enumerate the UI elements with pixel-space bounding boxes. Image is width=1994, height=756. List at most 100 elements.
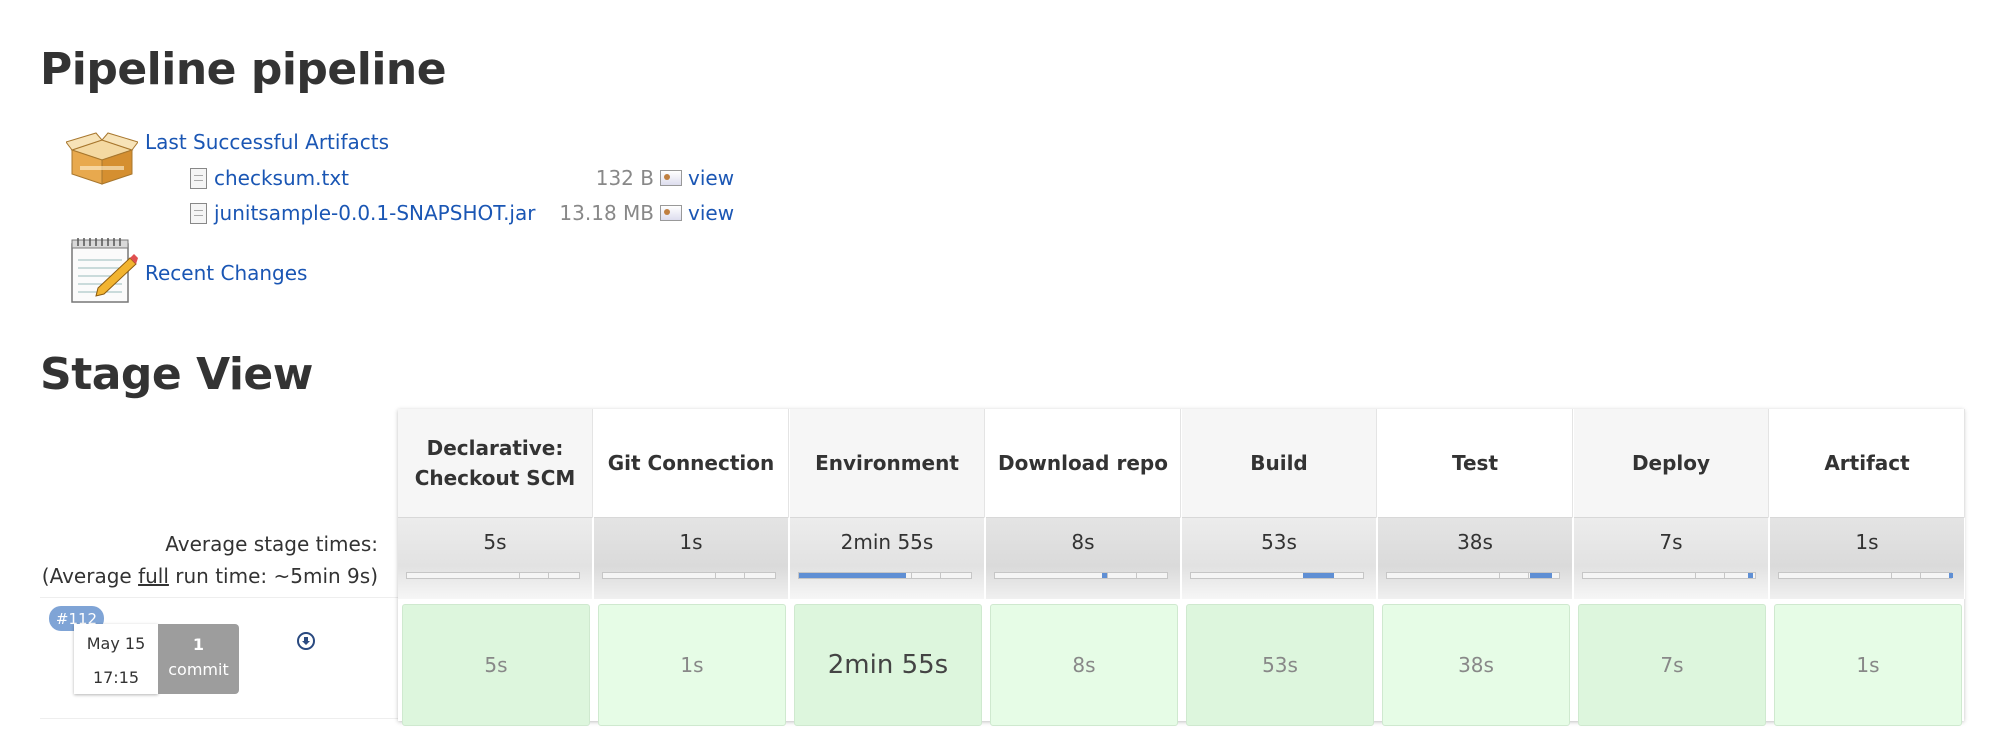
stage-header: Artifact bbox=[1770, 409, 1965, 517]
stage-column: Git Connection 1s 1s bbox=[594, 409, 790, 726]
stage-progress-bar bbox=[798, 572, 972, 579]
stage-progress-bar bbox=[1386, 572, 1560, 579]
stage-average-cell: 8s bbox=[986, 517, 1181, 599]
stage-average-time: 1s bbox=[1855, 530, 1879, 554]
stage-average-cell: 5s bbox=[398, 517, 593, 599]
artifact-row: checksum.txt bbox=[190, 163, 349, 193]
stage-progress-bar bbox=[1582, 572, 1756, 579]
artifact-link[interactable]: junitsample-0.0.1-SNAPSHOT.jar bbox=[214, 201, 535, 225]
stage-average-cell: 7s bbox=[1574, 517, 1769, 599]
stage-average-time: 8s bbox=[1071, 530, 1095, 554]
progress-tick bbox=[1724, 573, 1726, 578]
progress-tick bbox=[1136, 573, 1138, 578]
progress-fill bbox=[1302, 573, 1334, 578]
progress-tick bbox=[548, 573, 550, 578]
stage-run-cell[interactable]: 5s bbox=[402, 604, 590, 726]
progress-fill bbox=[1748, 573, 1754, 578]
average-full-prefix: (Average bbox=[41, 564, 139, 588]
average-full-suffix: run time: ~5min 9s) bbox=[168, 564, 378, 588]
artifact-view[interactable]: view bbox=[660, 163, 734, 193]
commit-count-box[interactable]: 1 commit bbox=[158, 624, 239, 694]
stage-header: Declarative: Checkout SCM bbox=[398, 409, 593, 517]
stage-average-cell: 1s bbox=[1770, 517, 1965, 599]
stage-run-cell[interactable]: 7s bbox=[1578, 604, 1766, 726]
progress-fill bbox=[1949, 573, 1953, 578]
stage-header: Test bbox=[1378, 409, 1573, 517]
file-icon bbox=[190, 202, 207, 224]
stage-column: Download repo 8s 8s bbox=[986, 409, 1182, 726]
progress-tick bbox=[1694, 573, 1696, 578]
stage-run-cell[interactable]: 1s bbox=[598, 604, 786, 726]
average-full-run-time-label: (Average full run time: ~5min 9s) bbox=[40, 564, 378, 588]
build-date: May 15 17:15 bbox=[74, 624, 158, 694]
stage-header: Deploy bbox=[1574, 409, 1769, 517]
package-icon bbox=[65, 130, 139, 186]
stage-column: Declarative: Checkout SCM 5s 5s bbox=[398, 409, 594, 726]
file-icon bbox=[190, 167, 207, 189]
stage-average-time: 5s bbox=[483, 530, 507, 554]
stage-column: Deploy 7s 7s bbox=[1574, 409, 1770, 726]
progress-tick bbox=[518, 573, 520, 578]
average-full-word: full bbox=[138, 564, 169, 588]
stage-header: Environment bbox=[790, 409, 985, 517]
stage-run-cell[interactable]: 1s bbox=[1774, 604, 1962, 726]
notepad-icon bbox=[68, 236, 138, 306]
stage-progress-bar bbox=[602, 572, 776, 579]
view-link[interactable]: view bbox=[688, 166, 734, 190]
progress-tick bbox=[940, 573, 942, 578]
stage-column: Build 53s 53s bbox=[1182, 409, 1378, 726]
stage-average-time: 53s bbox=[1261, 530, 1297, 554]
stage-average-time: 7s bbox=[1659, 530, 1683, 554]
fingerprint-icon bbox=[660, 170, 682, 186]
stage-header: Git Connection bbox=[594, 409, 789, 517]
stage-header: Build bbox=[1182, 409, 1377, 517]
stage-average-cell: 1s bbox=[594, 517, 789, 599]
stage-average-cell: 38s bbox=[1378, 517, 1573, 599]
artifact-size: 132 B bbox=[595, 166, 654, 190]
recent-changes-link[interactable]: Recent Changes bbox=[145, 261, 307, 285]
stage-progress-bar bbox=[406, 572, 580, 579]
stage-header: Download repo bbox=[986, 409, 1181, 517]
stage-run-cell[interactable]: 2min 55s bbox=[794, 604, 982, 726]
stage-column: Environment 2min 55s 2min 55s bbox=[790, 409, 986, 726]
build-date-time: 17:15 bbox=[92, 668, 140, 687]
progress-tick bbox=[1106, 573, 1108, 578]
artifact-link[interactable]: checksum.txt bbox=[214, 166, 349, 190]
fingerprint-icon bbox=[660, 205, 682, 221]
progress-tick bbox=[910, 573, 912, 578]
progress-tick bbox=[744, 573, 746, 578]
progress-fill bbox=[1101, 573, 1107, 578]
page-title: Pipeline pipeline bbox=[40, 44, 447, 95]
average-stage-times-label: Average stage times: bbox=[165, 532, 378, 556]
stage-column: Test 38s 38s bbox=[1378, 409, 1574, 726]
artifact-size: 13.18 MB bbox=[559, 201, 654, 225]
stage-progress-bar bbox=[994, 572, 1168, 579]
artifact-view[interactable]: view bbox=[660, 198, 734, 228]
progress-tick bbox=[714, 573, 716, 578]
download-icon[interactable] bbox=[297, 632, 315, 650]
progress-fill bbox=[1529, 573, 1553, 578]
progress-fill bbox=[799, 573, 906, 578]
stage-view-table: Declarative: Checkout SCM 5s 5s Git Connect… bbox=[398, 409, 1966, 726]
progress-tick bbox=[1498, 573, 1500, 578]
artifact-row: junitsample-0.0.1-SNAPSHOT.jar bbox=[190, 198, 535, 228]
stage-progress-bar bbox=[1190, 572, 1364, 579]
stage-average-cell: 2min 55s bbox=[790, 517, 985, 599]
stage-run-cell[interactable]: 38s bbox=[1382, 604, 1570, 726]
stage-column: Artifact 1s 1s bbox=[1770, 409, 1966, 726]
commit-label: commit bbox=[168, 660, 229, 679]
view-link[interactable]: view bbox=[688, 201, 734, 225]
progress-tick bbox=[1890, 573, 1892, 578]
stage-run-cell[interactable]: 8s bbox=[990, 604, 1178, 726]
stage-average-cell: 53s bbox=[1182, 517, 1377, 599]
stage-average-time: 1s bbox=[679, 530, 703, 554]
stage-average-time: 2min 55s bbox=[840, 530, 934, 554]
build-date-day: May 15 bbox=[86, 634, 146, 653]
progress-tick bbox=[1920, 573, 1922, 578]
last-successful-artifacts-link[interactable]: Last Successful Artifacts bbox=[145, 130, 389, 154]
stage-view-title: Stage View bbox=[40, 349, 313, 400]
stage-run-cell[interactable]: 53s bbox=[1186, 604, 1374, 726]
stage-average-time: 38s bbox=[1457, 530, 1493, 554]
stage-progress-bar bbox=[1778, 572, 1953, 579]
commit-count: 1 bbox=[192, 635, 205, 654]
